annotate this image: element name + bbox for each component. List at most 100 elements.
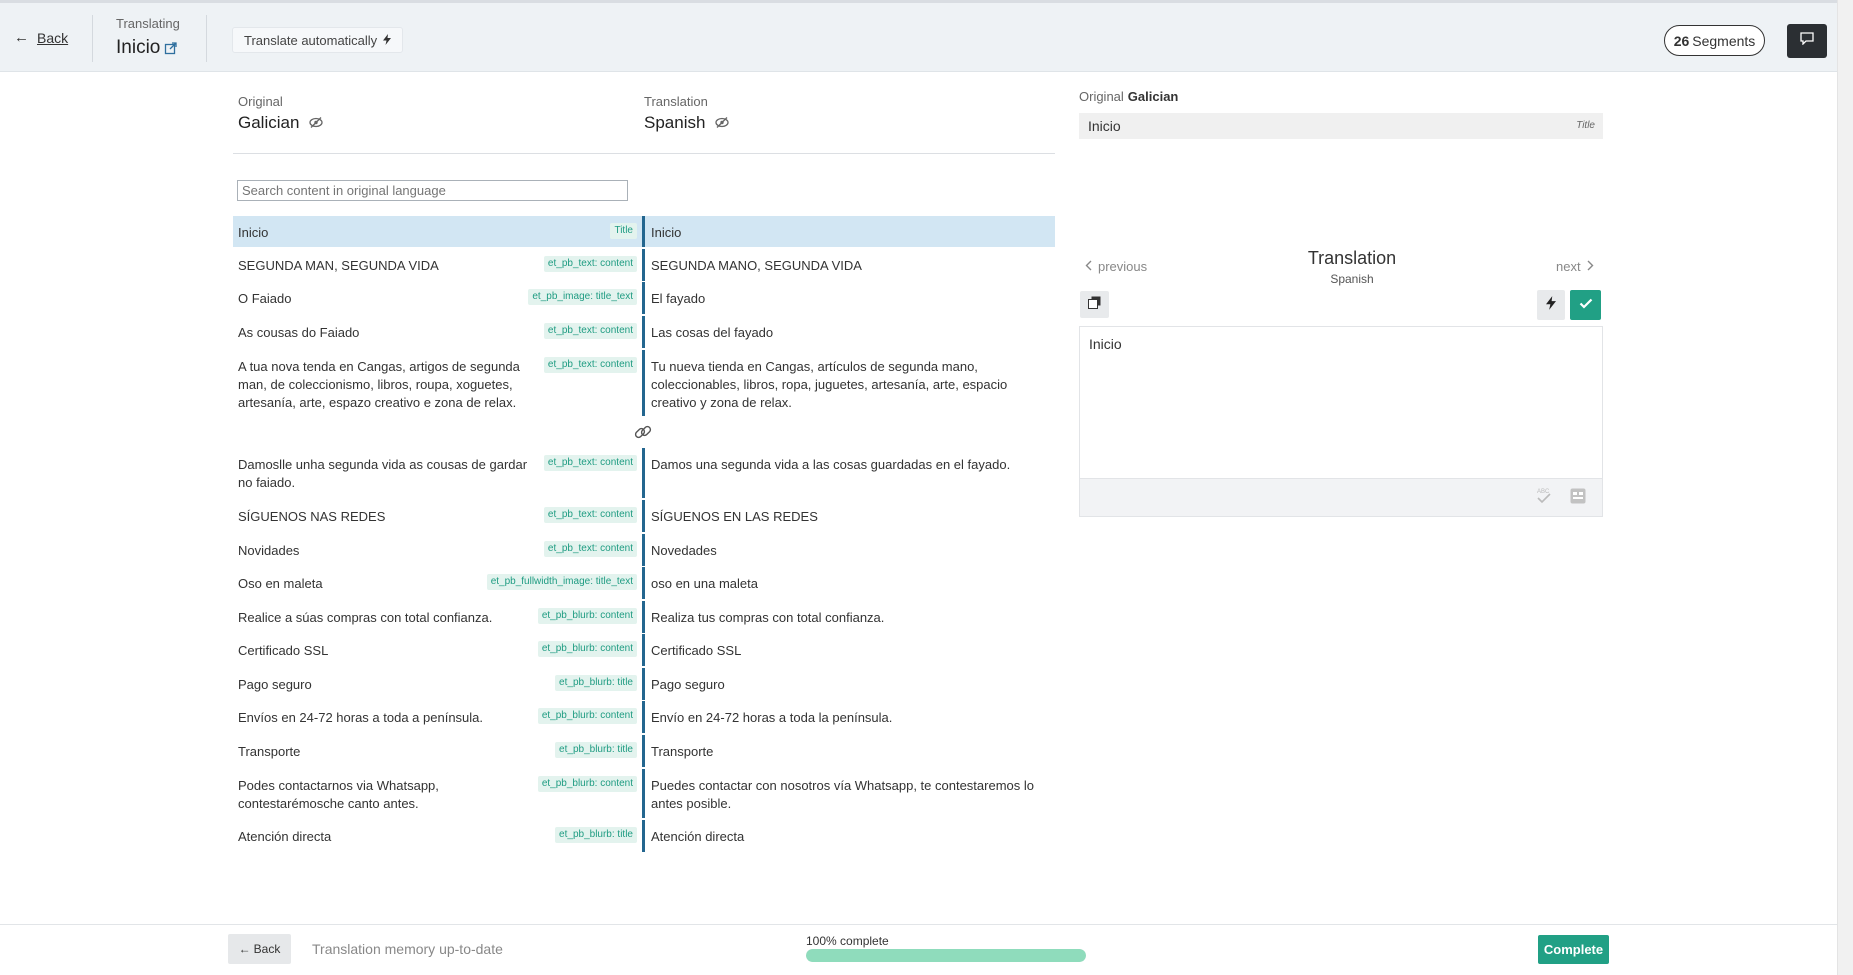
segment-translation: Atención directa bbox=[642, 820, 1055, 852]
segment-translation: Envío en 24-72 horas a toda la península… bbox=[642, 701, 1055, 733]
copy-icon bbox=[1088, 296, 1101, 314]
svg-text:ABC: ABC bbox=[1537, 489, 1550, 495]
segment-row[interactable]: O Faiado et_pb_image: title_text El fayad… bbox=[233, 282, 1055, 314]
translating-info: Translating Inicio bbox=[116, 16, 180, 59]
editor-footer: ← Back Translation memory up-to-date 100… bbox=[0, 924, 1837, 975]
spellcheck-icon[interactable]: ABC bbox=[1536, 487, 1552, 510]
search-input[interactable] bbox=[237, 180, 628, 201]
segment-row[interactable]: Transporte et_pb_blurb: title Transporte bbox=[233, 735, 1055, 767]
segment-row[interactable]: Certificado SSL et_pb_blurb: content Cert… bbox=[233, 634, 1055, 666]
back-link[interactable]: ← Back bbox=[14, 29, 68, 46]
segment-row[interactable]: Podes contactarnos via Whatsapp, contest… bbox=[233, 769, 1055, 818]
segment-translation: Damos una segunda vida a las cosas guard… bbox=[642, 448, 1055, 498]
back-link-label: Back bbox=[37, 29, 69, 46]
original-label: Original bbox=[238, 94, 283, 109]
panel-original-label: Original bbox=[1079, 89, 1124, 104]
segment-original: Envíos en 24-72 horas a toda a península… bbox=[233, 701, 643, 727]
segment-row[interactable]: SEGUNDA MAN, SEGUNDA VIDA et_pb_text: con… bbox=[233, 249, 1055, 281]
segment-translation: SEGUNDA MANO, SEGUNDA VIDA bbox=[642, 249, 1055, 281]
chevron-right-icon bbox=[1587, 259, 1594, 274]
segment-translation: Certificado SSL bbox=[642, 634, 1055, 666]
translation-label: Translation bbox=[644, 94, 708, 109]
checkmark-icon bbox=[1579, 296, 1593, 314]
segment-tag: et_pb_blurb: content bbox=[537, 608, 637, 624]
translate-automatically-button[interactable]: Translate automatically bbox=[232, 27, 404, 53]
segment-original: SÍGUENOS NAS REDES et_pb_text: content bbox=[233, 500, 643, 526]
segment-original: Podes contactarnos via Whatsapp, contest… bbox=[233, 769, 643, 813]
segment-tag: et_pb_blurb: title bbox=[555, 827, 637, 843]
page-scrollbar[interactable] bbox=[1837, 0, 1853, 975]
language-header-divider bbox=[233, 153, 1055, 154]
segment-row[interactable]: Atención directa et_pb_blurb: title Atenc… bbox=[233, 820, 1055, 852]
segment-row[interactable]: As cousas do Faiado et_pb_text: content L… bbox=[233, 316, 1055, 348]
translation-editor[interactable]: Inicio ABC bbox=[1079, 326, 1603, 517]
page-title: Inicio bbox=[116, 37, 161, 58]
next-button[interactable]: next bbox=[1556, 259, 1594, 274]
eye-slash-icon[interactable] bbox=[309, 113, 324, 133]
segment-translation: Tu nueva tienda en Cangas, artículos de … bbox=[642, 350, 1055, 416]
translation-memory-status: Translation memory up-to-date bbox=[312, 941, 503, 957]
segment-translation: Pago seguro bbox=[642, 668, 1055, 700]
footer-back-button[interactable]: ← Back bbox=[228, 934, 291, 964]
segment-original: O Faiado et_pb_image: title_text bbox=[233, 282, 643, 308]
segment-row[interactable]: Oso en maleta et_pb_fullwidth_image: titl… bbox=[233, 567, 1055, 599]
segment-original: Transporte et_pb_blurb: title bbox=[233, 735, 643, 761]
previous-label: previous bbox=[1098, 259, 1148, 274]
segment-row[interactable]: Envíos en 24-72 horas a toda a península… bbox=[233, 701, 1055, 733]
segments-label: Segments bbox=[1692, 32, 1756, 49]
segment-translation: Inicio bbox=[642, 216, 1055, 247]
segment-tag: et_pb_text: content bbox=[543, 541, 637, 557]
segment-row[interactable]: Realice a súas compras con total confian… bbox=[233, 601, 1055, 633]
segments-counter[interactable]: 26 Segments bbox=[1664, 25, 1765, 56]
confirm-translation-button[interactable] bbox=[1570, 290, 1601, 320]
translation-editor-text[interactable]: Inicio bbox=[1089, 336, 1122, 352]
editor-toolbar: ABC bbox=[1080, 478, 1602, 516]
link-segments-icon[interactable] bbox=[633, 422, 653, 442]
machine-translate-button[interactable] bbox=[1537, 290, 1565, 320]
lightning-icon bbox=[1546, 295, 1556, 315]
complete-button[interactable]: Complete bbox=[1538, 935, 1609, 964]
glossary-icon[interactable] bbox=[1570, 488, 1586, 509]
header-divider bbox=[92, 15, 93, 62]
segment-tag: et_pb_blurb: title bbox=[555, 742, 637, 758]
panel-original-header: Original Galician bbox=[1079, 89, 1178, 104]
segment-tag: et_pb_text: content bbox=[543, 455, 637, 471]
segment-translation: Realiza tus compras con total confianza. bbox=[642, 601, 1055, 633]
comment-icon bbox=[1800, 32, 1814, 50]
external-link-icon[interactable] bbox=[164, 41, 178, 55]
segment-tag: et_pb_blurb: content bbox=[537, 708, 637, 724]
segment-tag: Title bbox=[610, 223, 637, 239]
segment-original: Oso en maleta et_pb_fullwidth_image: titl… bbox=[233, 567, 643, 593]
progress-bar bbox=[806, 949, 1086, 962]
segment-row[interactable]: SÍGUENOS NAS REDES et_pb_text: content SÍ… bbox=[233, 500, 1055, 532]
panel-title: Translation bbox=[1307, 248, 1397, 268]
arrow-left-icon: ← bbox=[14, 29, 29, 46]
copy-original-button[interactable] bbox=[1080, 291, 1109, 318]
segment-row[interactable]: Novidades et_pb_text: content Novedades bbox=[233, 534, 1055, 566]
panel-subtitle: Spanish bbox=[1330, 272, 1374, 286]
panel-original-tag: Title bbox=[1576, 120, 1595, 131]
panel-original-value: Inicio bbox=[1088, 118, 1121, 134]
translation-language-header: Translation Spanish bbox=[644, 94, 730, 133]
translation-language: Spanish bbox=[644, 113, 706, 132]
segment-original: Atención directa et_pb_blurb: title bbox=[233, 820, 643, 846]
progress-label: 100% complete bbox=[806, 934, 889, 948]
eye-slash-icon[interactable] bbox=[715, 113, 730, 133]
segment-original: Novidades et_pb_text: content bbox=[233, 534, 643, 560]
previous-button[interactable]: previous bbox=[1085, 259, 1147, 274]
segment-translation: SÍGUENOS EN LAS REDES bbox=[642, 500, 1055, 532]
segment-original: A tua nova tenda en Cangas, artigos de s… bbox=[233, 350, 643, 412]
segment-tag: et_pb_blurb: content bbox=[537, 776, 637, 792]
segment-row[interactable]: Pago seguro et_pb_blurb: title Pago segur… bbox=[233, 668, 1055, 700]
segment-row[interactable]: A tua nova tenda en Cangas, artigos de s… bbox=[233, 350, 1055, 416]
segment-original: SEGUNDA MAN, SEGUNDA VIDA et_pb_text: con… bbox=[233, 249, 643, 275]
comments-button[interactable] bbox=[1787, 24, 1827, 58]
panel-original-language: Galician bbox=[1127, 89, 1179, 104]
segment-tag: et_pb_text: content bbox=[543, 357, 637, 373]
segment-original: As cousas do Faiado et_pb_text: content bbox=[233, 316, 643, 342]
segment-row[interactable]: Inicio Title Inicio bbox=[233, 216, 1055, 247]
segment-original: Inicio Title bbox=[233, 216, 643, 242]
segment-row[interactable]: Damoslle unha segunda vida as cousas de … bbox=[233, 448, 1055, 498]
lightning-icon bbox=[383, 33, 392, 48]
segment-tag: et_pb_fullwidth_image: title_text bbox=[486, 574, 637, 590]
